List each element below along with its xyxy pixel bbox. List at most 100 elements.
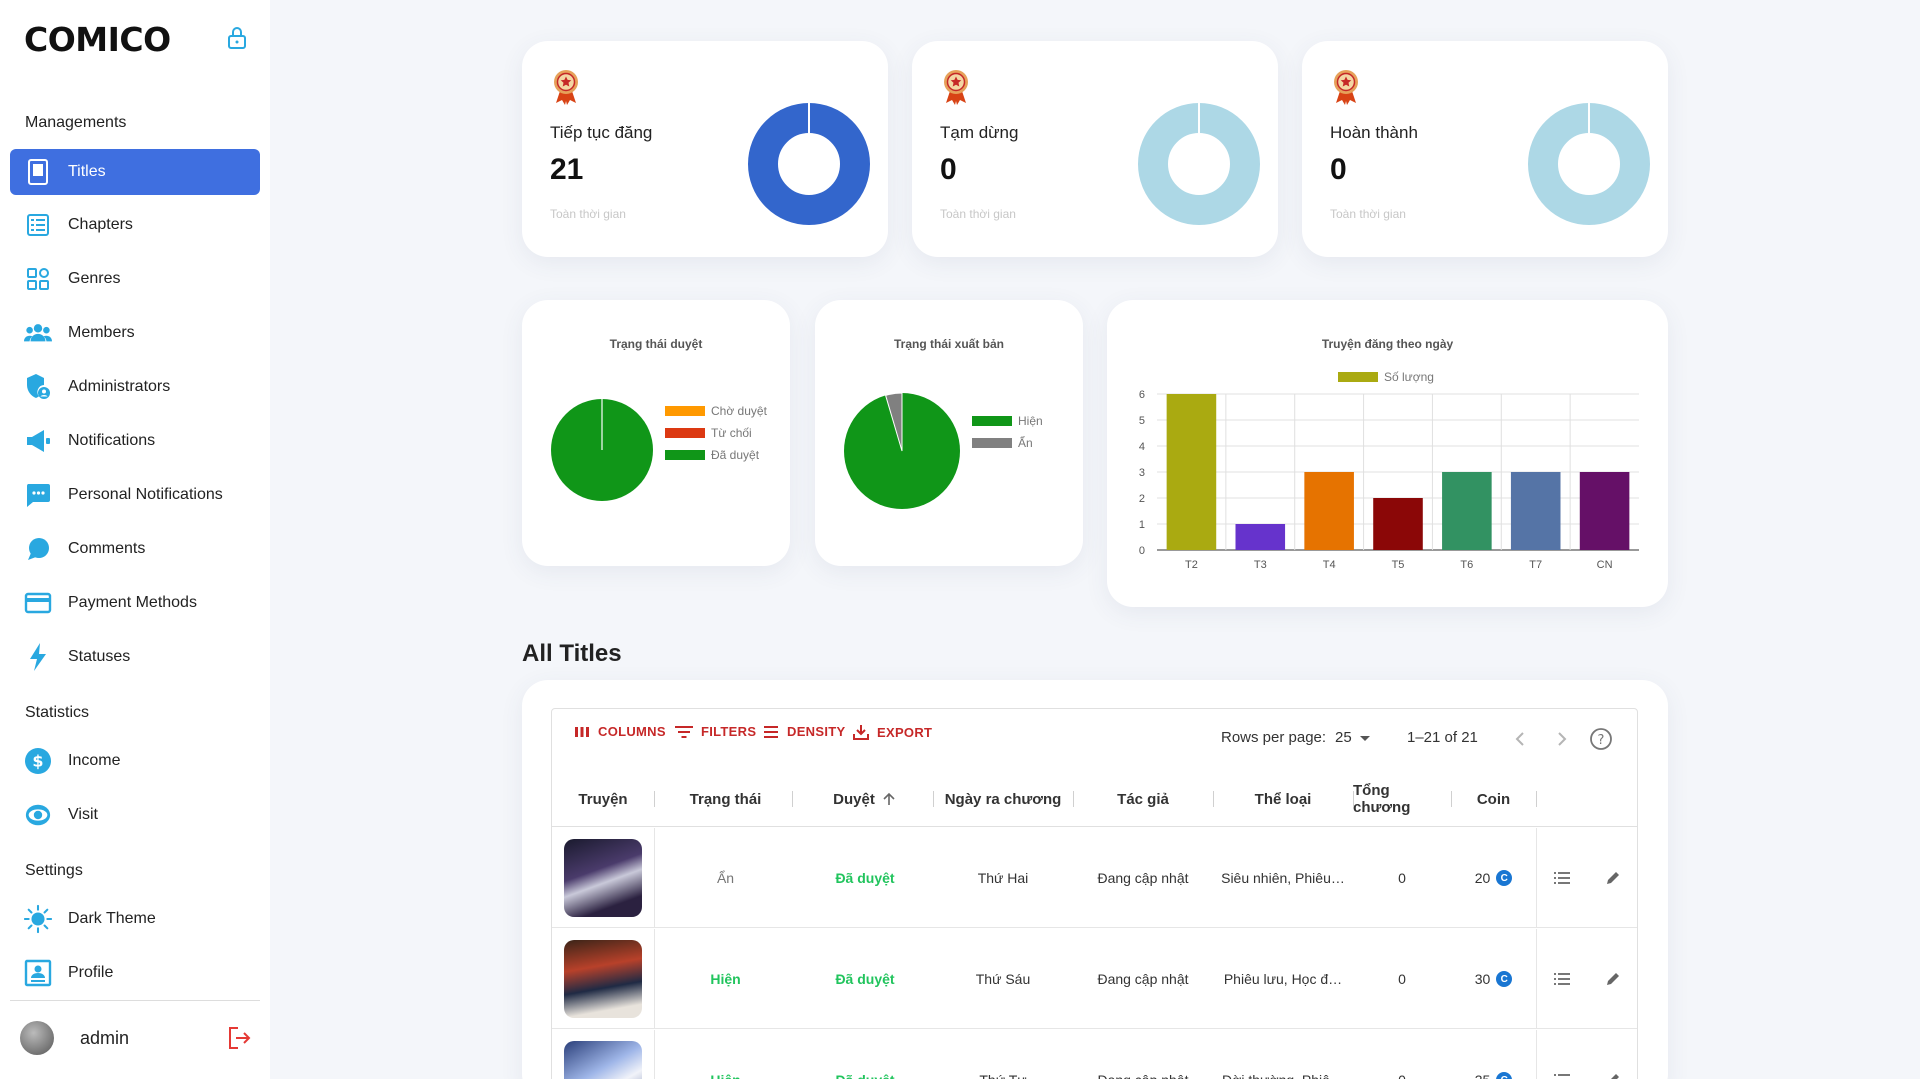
- eye-icon: [24, 801, 52, 829]
- list-bullets-icon: [1554, 872, 1570, 884]
- table-row[interactable]: Hiện Đã duyệt Thứ Tư Đang cập nhật Đời t…: [552, 1030, 1637, 1079]
- column-header-title[interactable]: Truyện: [552, 771, 654, 827]
- donut-chart: [1138, 103, 1260, 225]
- sidebar-item-notifications[interactable]: Notifications: [10, 418, 260, 464]
- chapters-list-action[interactable]: [1536, 929, 1588, 1029]
- lock-icon[interactable]: [226, 26, 248, 50]
- cover-cell: [552, 1030, 654, 1079]
- dollar-icon: $: [24, 747, 52, 775]
- sort-ascending-icon[interactable]: [881, 791, 897, 807]
- cover-thumbnail[interactable]: [564, 940, 642, 1018]
- donut-chart: [1528, 103, 1650, 225]
- bolt-icon: [24, 643, 52, 671]
- next-page-icon[interactable]: [1551, 729, 1571, 749]
- column-header-label: Duyệt: [833, 790, 875, 808]
- column-header-genre[interactable]: Thể loại: [1213, 771, 1353, 827]
- column-separator[interactable]: [1451, 791, 1452, 807]
- x-tick-label: T4: [1323, 559, 1336, 571]
- export-button[interactable]: EXPORT: [853, 724, 932, 740]
- sidebar-item-statuses[interactable]: Statuses: [10, 634, 260, 680]
- coin-value: 30: [1474, 971, 1491, 987]
- sidebar-item-payment-methods[interactable]: Payment Methods: [10, 580, 260, 626]
- help-icon[interactable]: ?: [1589, 727, 1613, 751]
- user-row: admin: [10, 1012, 260, 1064]
- column-separator[interactable]: [1213, 791, 1214, 807]
- column-header-approval[interactable]: Duyệt: [797, 771, 933, 827]
- status-cell: Hiện: [710, 971, 741, 987]
- app-logo[interactable]: COMICO: [24, 20, 171, 59]
- stat-value: 21: [550, 153, 584, 186]
- sidebar-item-chapters[interactable]: Chapters: [10, 202, 260, 248]
- column-header-status[interactable]: Trạng thái: [654, 771, 797, 827]
- list-bullets-icon: [1554, 1074, 1570, 1076]
- stat-label: Tạm dừng: [940, 123, 1019, 142]
- column-separator[interactable]: [654, 791, 655, 807]
- edit-action[interactable]: [1588, 828, 1637, 928]
- sidebar-item-personal-notifications[interactable]: Personal Notifications: [10, 472, 260, 518]
- table-row[interactable]: Hiện Đã duyệt Thứ Sáu Đang cập nhật Phiê…: [552, 929, 1637, 1029]
- cover-thumbnail[interactable]: [564, 839, 642, 917]
- book-icon: [24, 158, 52, 186]
- column-separator[interactable]: [792, 791, 793, 807]
- prev-page-icon[interactable]: [1511, 729, 1531, 749]
- y-tick-label: 6: [1139, 389, 1145, 401]
- chapters-cell: 0: [1398, 870, 1406, 886]
- author-cell: Đang cập nhật: [1097, 870, 1189, 886]
- avatar[interactable]: [20, 1021, 54, 1055]
- rows-per-page-select[interactable]: 25: [1335, 729, 1372, 746]
- column-header-release-day[interactable]: Ngày ra chương: [933, 771, 1073, 827]
- chapters-list-action[interactable]: [1536, 1030, 1588, 1079]
- sidebar-item-comments[interactable]: Comments: [10, 526, 260, 572]
- genre-cell: Phiêu lưu, Học đ…: [1223, 971, 1343, 987]
- sidebar-item-dark-theme[interactable]: Dark Theme: [10, 896, 260, 942]
- sidebar-item-administrators[interactable]: Administrators: [10, 364, 260, 410]
- column-separator[interactable]: [933, 791, 934, 807]
- columns-button[interactable]: COLUMNS: [574, 724, 666, 739]
- column-separator[interactable]: [1353, 791, 1354, 807]
- legend-swatch: [665, 428, 705, 438]
- export-label: EXPORT: [877, 724, 933, 740]
- column-separator[interactable]: [1536, 791, 1537, 807]
- people-icon: [24, 319, 52, 347]
- legend-swatch: [665, 450, 705, 460]
- sidebar-item-profile[interactable]: Profile: [10, 950, 260, 996]
- cover-thumbnail[interactable]: [564, 1041, 642, 1079]
- column-header-chapters[interactable]: Tổng chương: [1353, 771, 1451, 827]
- coin-value: 20: [1474, 870, 1491, 886]
- caret-down-icon: [1359, 735, 1370, 741]
- column-separator[interactable]: [1073, 791, 1074, 807]
- sidebar-item-income[interactable]: $ Income: [10, 738, 260, 784]
- chapters-list-action[interactable]: [1536, 828, 1588, 928]
- filters-button[interactable]: FILTERS: [675, 724, 756, 739]
- edit-action[interactable]: [1588, 929, 1637, 1029]
- sidebar-item-label: Dark Theme: [68, 910, 156, 927]
- list-bullets-icon: [1554, 973, 1570, 985]
- table-row[interactable]: Ẩn Đã duyệt Thứ Hai Đang cập nhật Siêu n…: [552, 828, 1637, 928]
- coin-value: 35: [1475, 1072, 1491, 1079]
- medal-icon: [944, 70, 968, 105]
- y-tick-label: 1: [1139, 519, 1145, 531]
- legend-item: Từ chối: [665, 426, 752, 440]
- column-header-coin[interactable]: Coin: [1451, 771, 1536, 827]
- sidebar-item-label: Chapters: [68, 216, 133, 233]
- stat-value: 0: [1330, 153, 1347, 186]
- sidebar-item-visit[interactable]: Visit: [10, 792, 260, 838]
- legend-label: Đã duyệt: [711, 448, 760, 462]
- daily-bar-chart: 0 1 2 3 4 5 6 T2 T3 T4 T5 T6 T7 CN: [1139, 389, 1639, 571]
- logout-icon[interactable]: [226, 1025, 252, 1051]
- table-header: Truyện Trạng thái Duyệt Ngày ra chương T…: [552, 771, 1637, 827]
- cell-divider: [654, 828, 655, 927]
- sidebar-item-titles[interactable]: Titles: [10, 149, 260, 195]
- settings-section-title: Settings: [25, 862, 83, 879]
- sidebar-item-genres[interactable]: Genres: [10, 256, 260, 302]
- density-button[interactable]: DENSITY: [763, 724, 845, 739]
- legend-label: Chờ duyệt: [711, 404, 767, 418]
- release-day-cell: Thứ Hai: [977, 870, 1029, 886]
- profile-icon: [24, 959, 52, 987]
- publish-pie: [844, 392, 960, 509]
- edit-action[interactable]: [1588, 1030, 1637, 1079]
- author-cell: Đang cập nhật: [1073, 1030, 1213, 1079]
- sidebar-item-members[interactable]: Members: [10, 310, 260, 356]
- bar-CN: [1579, 472, 1630, 550]
- column-header-author[interactable]: Tác giả: [1073, 771, 1213, 827]
